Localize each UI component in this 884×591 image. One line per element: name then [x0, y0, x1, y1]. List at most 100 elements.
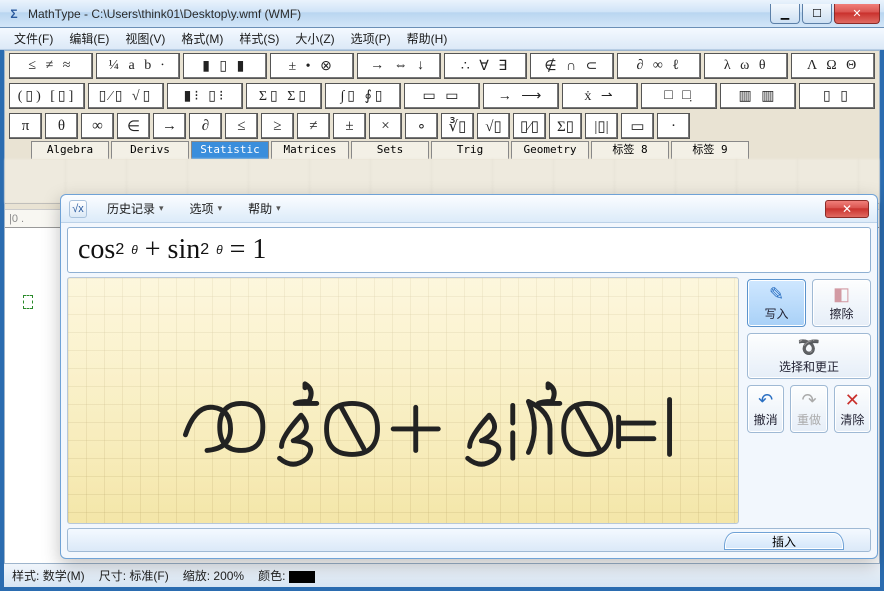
palette-r3-8[interactable]: ≠ — [297, 113, 330, 139]
menu-size[interactable]: 大小(Z) — [287, 28, 342, 49]
handwriting-canvas[interactable] — [67, 277, 739, 524]
palette-r2-7[interactable]: ẋ ⇀ — [562, 83, 638, 109]
palette-r3-13[interactable]: √▯ — [477, 113, 510, 139]
write-button[interactable]: ✎ 写入 — [747, 279, 806, 327]
lasso-icon: ➰ — [798, 338, 820, 358]
undo-button[interactable]: ↶ 撤消 — [747, 385, 784, 433]
menu-help[interactable]: 帮助(H) — [399, 28, 456, 49]
status-style-label: 样式: — [12, 569, 39, 583]
palette-r2-0[interactable]: (▯) [▯] — [9, 83, 85, 109]
palette-r2-5[interactable]: ▭ ▭ — [404, 83, 480, 109]
palette-r3-2[interactable]: ∞ — [81, 113, 114, 139]
menu-view[interactable]: 视图(V) — [117, 28, 173, 49]
panel-icon: √x — [69, 200, 87, 218]
panel-menu-history[interactable]: 历史记录 — [101, 198, 170, 219]
menu-option[interactable]: 选项(P) — [343, 28, 399, 49]
clear-icon: ✕ — [845, 391, 860, 411]
app-icon: Σ — [6, 6, 22, 22]
menu-style[interactable]: 样式(S) — [231, 28, 287, 49]
palette-r3-0[interactable]: π — [9, 113, 42, 139]
palette-r3-9[interactable]: ± — [333, 113, 366, 139]
palette-r3-7[interactable]: ≥ — [261, 113, 294, 139]
write-label: 写入 — [764, 305, 788, 322]
panel-menu-options[interactable]: 选项 — [184, 198, 229, 219]
redo-icon: ↷ — [801, 391, 816, 411]
palette-r2-10[interactable]: ▯ ▯ — [799, 83, 875, 109]
palette-r1-9[interactable]: Λ Ω Θ — [791, 53, 875, 79]
status-style-value: 数学(M) — [43, 569, 85, 583]
palette-tab-derivs[interactable]: Derivs — [111, 141, 189, 159]
palette-r1-3[interactable]: ± • ⊗ — [270, 53, 354, 79]
palette-r1-8[interactable]: λ ω θ — [704, 53, 788, 79]
palette-r1-1[interactable]: ¼ a b ∙ — [96, 53, 180, 79]
minimize-button[interactable]: ▁ — [770, 4, 800, 24]
handwriting-panel: √x 历史记录 选项 帮助 ✕ cos2 θ + sin2 θ = 1 ✎ 写入… — [60, 194, 878, 559]
select-fix-label: 选择和更正 — [779, 358, 839, 375]
status-color-label: 颜色: — [258, 569, 285, 583]
palette-r3-17[interactable]: ▭ — [621, 113, 654, 139]
status-style[interactable]: 样式: 数学(M) — [12, 567, 85, 584]
palette-r3-4[interactable]: → — [153, 113, 186, 139]
handwriting-strokes — [68, 278, 738, 523]
palette-r1-2[interactable]: ▮ ▯ ▮ — [183, 53, 267, 79]
palette-tab-geometry[interactable]: Geometry — [511, 141, 589, 159]
palette-r3-18[interactable]: · — [657, 113, 690, 139]
palette-r3-16[interactable]: |▯| — [585, 113, 618, 139]
palette-r1-7[interactable]: ∂ ∞ ℓ — [617, 53, 701, 79]
palette-tab-algebra[interactable]: Algebra — [31, 141, 109, 159]
statusbar: 样式: 数学(M) 尺寸: 标准(F) 缩放: 200% 颜色: — [4, 563, 880, 587]
status-size-value: 标准(F) — [129, 569, 168, 583]
palette-tab-statistic[interactable]: Statistic — [191, 141, 269, 159]
palette-r3-10[interactable]: × — [369, 113, 402, 139]
status-size[interactable]: 尺寸: 标准(F) — [99, 567, 169, 584]
palette-r3-12[interactable]: ∛▯ — [441, 113, 474, 139]
palette-r3-14[interactable]: ▯⁄▯ — [513, 113, 546, 139]
palette-r2-9[interactable]: ▥ ▥ — [720, 83, 796, 109]
palette-r1-4[interactable]: → ⇔ ↓ — [357, 53, 441, 79]
palette-r3-3[interactable]: ∈ — [117, 113, 150, 139]
palette-r1-5[interactable]: ∴ ∀ ∃ — [444, 53, 528, 79]
formula-display: cos2 θ + sin2 θ = 1 — [67, 227, 871, 273]
palette-r2-6[interactable]: → ⟶ — [483, 83, 559, 109]
palette-r3-6[interactable]: ≤ — [225, 113, 258, 139]
palette-tab-sets[interactable]: Sets — [351, 141, 429, 159]
palette-r3-11[interactable]: ∘ — [405, 113, 438, 139]
status-zoom-value: 200% — [213, 569, 244, 583]
insert-label: 插入 — [772, 533, 796, 550]
redo-button[interactable]: ↷ 重做 — [790, 385, 827, 433]
status-color[interactable]: 颜色: — [258, 567, 315, 584]
palette-tab-标签-9[interactable]: 标签 9 — [671, 141, 749, 159]
menu-format[interactable]: 格式(M) — [173, 28, 231, 49]
eraser-icon: ◧ — [833, 285, 850, 305]
panel-sidebar: ✎ 写入 ◧ 擦除 ➰ 选择和更正 ↶ 撤消 — [747, 277, 871, 524]
palette-tab-标签-8[interactable]: 标签 8 — [591, 141, 669, 159]
status-size-label: 尺寸: — [99, 569, 126, 583]
clear-button[interactable]: ✕ 清除 — [834, 385, 871, 433]
palette-r3-5[interactable]: ∂ — [189, 113, 222, 139]
palette-r1-6[interactable]: ∉ ∩ ⊂ — [530, 53, 614, 79]
palette-r2-3[interactable]: Σ▯ Σ▯ — [246, 83, 322, 109]
status-color-swatch — [289, 571, 315, 583]
panel-menu-help[interactable]: 帮助 — [242, 198, 287, 219]
palette-tab-matrices[interactable]: Matrices — [271, 141, 349, 159]
palette-r2-4[interactable]: ∫▯ ∮▯ — [325, 83, 401, 109]
palette-r2-1[interactable]: ▯⁄▯ √▯ — [88, 83, 164, 109]
panel-titlebar[interactable]: √x 历史记录 选项 帮助 ✕ — [61, 195, 877, 223]
palette-r3-1[interactable]: θ — [45, 113, 78, 139]
panel-close-button[interactable]: ✕ — [825, 200, 869, 218]
status-zoom[interactable]: 缩放: 200% — [183, 567, 244, 584]
palette-r1-0[interactable]: ≤ ≠ ≈ — [9, 53, 93, 79]
menu-file[interactable]: 文件(F) — [6, 28, 61, 49]
palette-r2-8[interactable]: □ □̣ — [641, 83, 717, 109]
menu-edit[interactable]: 编辑(E) — [61, 28, 117, 49]
palette-r2-2[interactable]: ▮⁝ ▯⁝ — [167, 83, 243, 109]
select-fix-button[interactable]: ➰ 选择和更正 — [747, 333, 871, 379]
palette-tab-trig[interactable]: Trig — [431, 141, 509, 159]
clear-label: 清除 — [840, 411, 864, 428]
pen-icon: ✎ — [769, 285, 784, 305]
erase-button[interactable]: ◧ 擦除 — [812, 279, 871, 327]
palette-r3-15[interactable]: Σ▯ — [549, 113, 582, 139]
maximize-button[interactable]: ☐ — [802, 4, 832, 24]
window-close-button[interactable]: ✕ — [834, 4, 880, 24]
insert-button[interactable]: 插入 — [724, 532, 844, 550]
